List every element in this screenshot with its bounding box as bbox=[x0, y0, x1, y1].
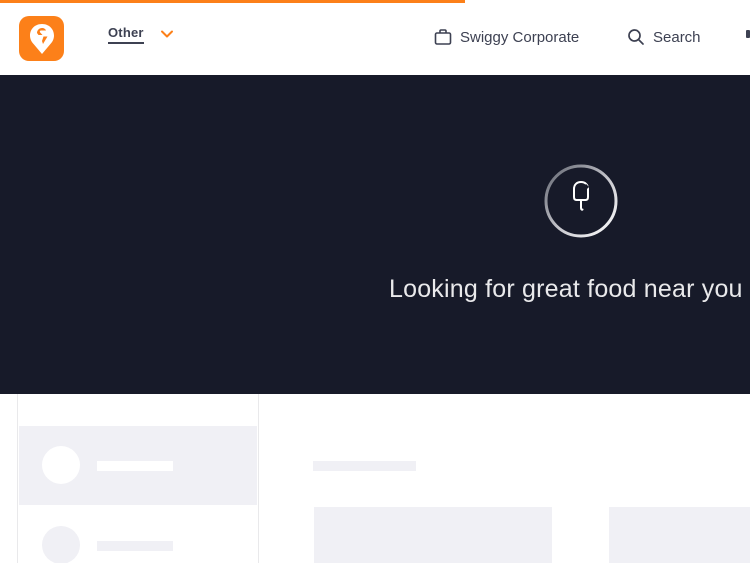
skeleton-section-title bbox=[313, 461, 416, 471]
swiggy-logo-icon[interactable] bbox=[19, 16, 64, 61]
nav-overflow-item[interactable] bbox=[746, 30, 750, 38]
briefcase-icon bbox=[434, 29, 452, 45]
skeleton-text-line bbox=[97, 461, 173, 471]
loading-message: Looking for great food near you bbox=[389, 275, 743, 303]
nav-corporate-label: Swiggy Corporate bbox=[460, 28, 580, 46]
logo-glyph bbox=[29, 23, 54, 54]
skeleton-avatar bbox=[42, 446, 80, 484]
loading-hero bbox=[0, 75, 750, 394]
skeleton-list-item bbox=[19, 426, 257, 505]
skeleton-restaurant-card bbox=[609, 507, 750, 563]
filter-sidebar-skeleton bbox=[17, 394, 259, 563]
skeleton-avatar bbox=[42, 526, 80, 563]
chevron-down-icon[interactable] bbox=[160, 27, 174, 41]
skeleton-restaurant-card bbox=[314, 507, 552, 563]
nav-search-label: Search bbox=[653, 28, 701, 46]
page-loading-progress bbox=[0, 0, 465, 3]
skeleton-list-item bbox=[19, 506, 257, 563]
nav-swiggy-corporate[interactable]: Swiggy Corporate bbox=[434, 28, 579, 46]
location-selector[interactable]: Other bbox=[108, 25, 174, 44]
location-label[interactable]: Other bbox=[108, 25, 144, 44]
nav-search[interactable]: Search bbox=[627, 28, 701, 46]
search-icon bbox=[628, 29, 644, 45]
skeleton-text-line bbox=[97, 541, 173, 551]
popsicle-icon bbox=[544, 164, 618, 238]
top-header: Other Swiggy Corporate Search bbox=[0, 0, 750, 75]
page: Other Swiggy Corporate Search Looking fo… bbox=[0, 0, 750, 563]
